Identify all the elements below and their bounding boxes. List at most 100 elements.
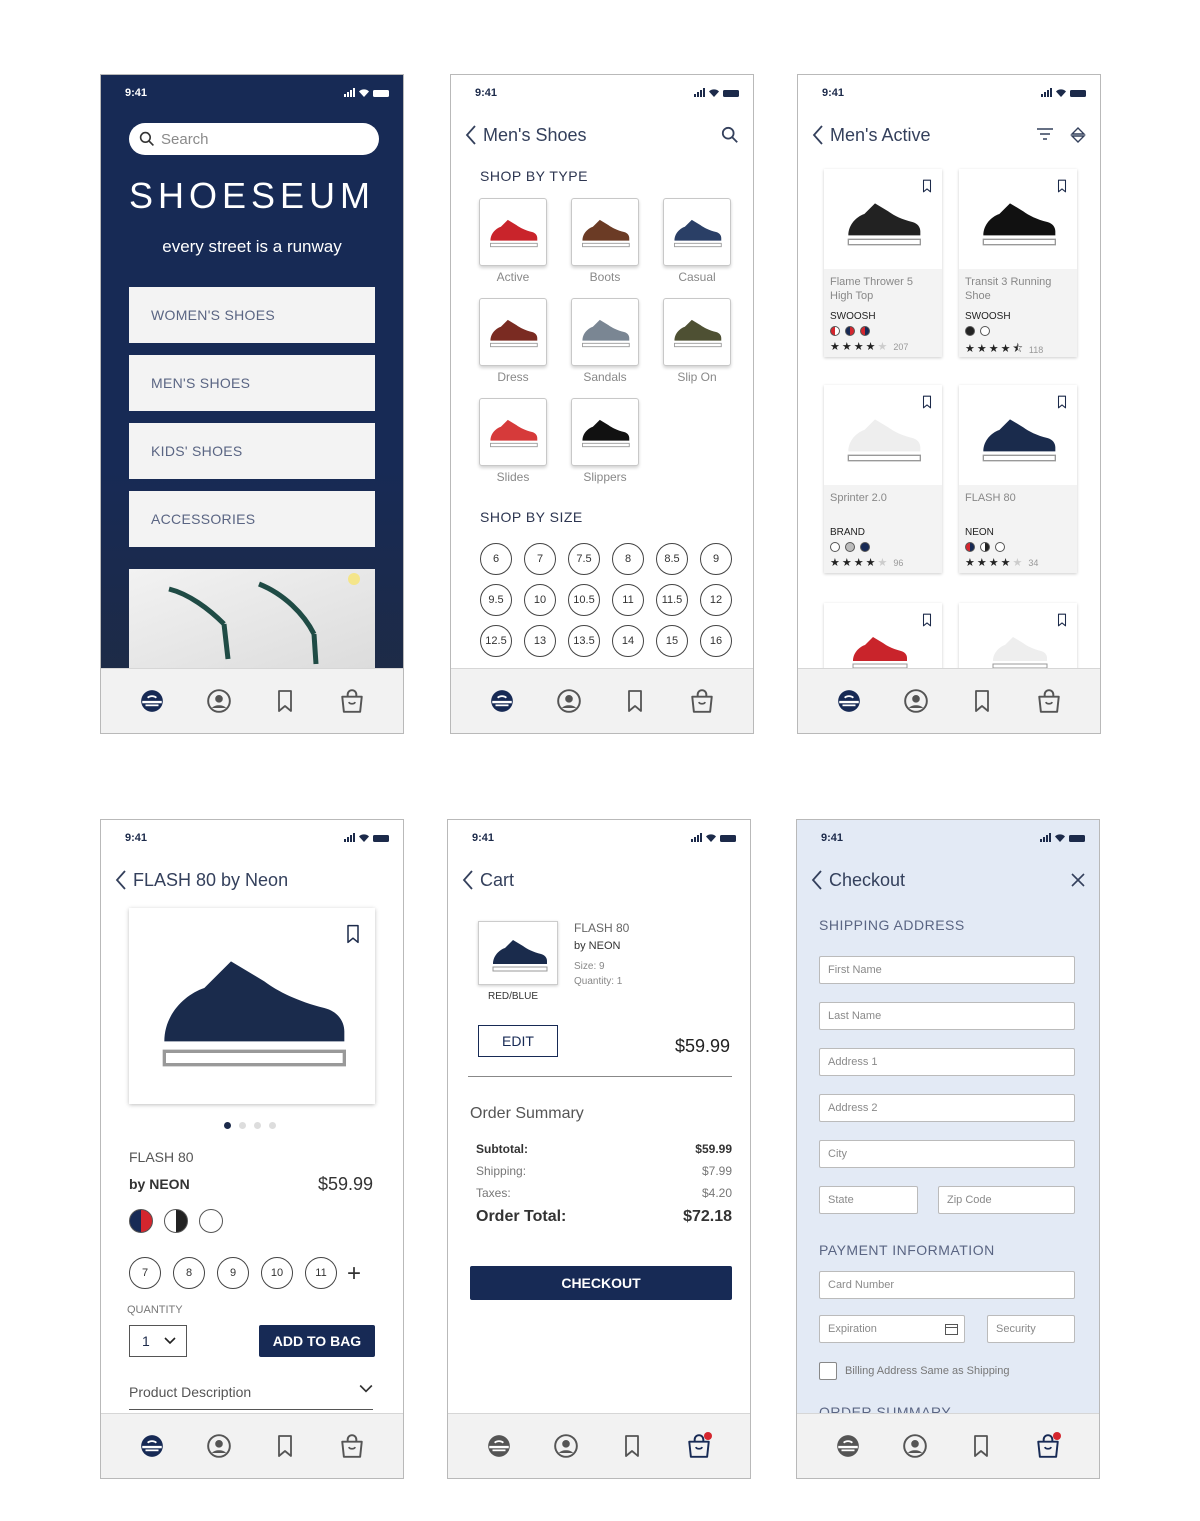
size-option[interactable]: 7 [524,543,556,575]
category-womens-button[interactable]: WOMEN'S SHOES [129,287,375,343]
pager-dot[interactable] [254,1122,261,1129]
filter-icon[interactable] [1036,127,1054,141]
color-swatch-black-white[interactable] [164,1209,188,1233]
type-tile[interactable]: Slides [479,398,547,484]
back-icon[interactable] [812,125,824,145]
first-name-field[interactable]: First Name [819,956,1075,984]
color-swatch[interactable] [980,542,990,552]
close-icon[interactable] [1071,873,1085,887]
back-icon[interactable] [462,870,474,890]
size-option[interactable]: 14 [612,625,644,657]
color-swatch[interactable] [965,542,975,552]
size-option[interactable]: 11 [305,1257,337,1289]
bookmark-icon[interactable] [920,177,934,195]
type-tile[interactable]: Boots [571,198,639,284]
back-icon[interactable] [115,870,127,890]
tab-saved[interactable] [617,1431,647,1461]
add-to-bag-button[interactable]: ADD TO BAG [259,1325,375,1357]
tab-home[interactable] [484,1431,514,1461]
category-accessories-button[interactable]: ACCESSORIES [129,491,375,547]
bookmark-icon[interactable] [920,611,934,629]
calendar-icon[interactable] [945,1323,958,1335]
size-option[interactable]: 9.5 [480,584,512,616]
type-tile[interactable]: Slippers [571,398,639,484]
tab-saved[interactable] [270,686,300,716]
type-tile[interactable]: Slip On [663,298,731,384]
category-mens-button[interactable]: MEN'S SHOES [129,355,375,411]
search-icon[interactable] [721,126,739,144]
product-card[interactable]: FLASH 80 NEON ★★★★★ 34 [959,385,1077,573]
tab-bag[interactable] [1033,1431,1063,1461]
tab-bag[interactable] [337,686,367,716]
product-card[interactable]: Transit 3 Running Shoe SWOOSH ★★★★⯪ 118 [959,169,1077,357]
tab-profile[interactable] [900,1431,930,1461]
color-swatch[interactable] [965,326,975,336]
tab-profile[interactable] [204,1431,234,1461]
size-option[interactable]: 9 [217,1257,249,1289]
size-option[interactable]: 8 [173,1257,205,1289]
bookmark-icon[interactable] [1055,393,1069,411]
color-swatch[interactable] [860,542,870,552]
search-input[interactable]: Search [129,123,379,155]
image-pager[interactable] [224,1122,276,1129]
category-kids-button[interactable]: KIDS' SHOES [129,423,375,479]
sort-icon[interactable] [1070,127,1086,143]
type-tile[interactable]: Casual [663,198,731,284]
tab-saved[interactable] [620,686,650,716]
color-swatch[interactable] [845,542,855,552]
size-option[interactable]: 10 [524,584,556,616]
tab-profile[interactable] [204,686,234,716]
tab-profile[interactable] [901,686,931,716]
zip-field[interactable]: Zip Code [938,1186,1075,1214]
size-option[interactable]: 8 [612,543,644,575]
more-sizes-icon[interactable]: + [347,1260,361,1288]
product-card-partial[interactable] [824,603,942,673]
tab-saved[interactable] [967,686,997,716]
type-tile[interactable]: Sandals [571,298,639,384]
size-option[interactable]: 16 [700,625,732,657]
color-swatch-navy-red[interactable] [129,1209,153,1233]
tab-bag[interactable] [1034,686,1064,716]
checkout-button[interactable]: CHECKOUT [470,1266,732,1300]
tab-home[interactable] [834,686,864,716]
security-field[interactable]: Security [987,1315,1075,1343]
size-option[interactable]: 7 [129,1257,161,1289]
size-option[interactable]: 11.5 [656,584,688,616]
type-tile[interactable]: Active [479,198,547,284]
size-option[interactable]: 6 [480,543,512,575]
state-field[interactable]: State [819,1186,918,1214]
product-card-partial[interactable] [959,603,1077,673]
bookmark-icon[interactable] [1055,177,1069,195]
tab-bag[interactable] [687,686,717,716]
tab-profile[interactable] [551,1431,581,1461]
back-icon[interactable] [811,870,823,890]
quantity-select[interactable]: 1 [129,1325,187,1357]
color-swatch[interactable] [845,326,855,336]
tab-home[interactable] [833,1431,863,1461]
bookmark-icon[interactable] [920,393,934,411]
pager-dot[interactable] [224,1122,231,1129]
size-option[interactable]: 12.5 [480,625,512,657]
city-field[interactable]: City [819,1140,1075,1168]
color-swatch[interactable] [995,542,1005,552]
size-option[interactable]: 13.5 [568,625,600,657]
card-number-field[interactable]: Card Number [819,1271,1075,1299]
tab-home[interactable] [137,1431,167,1461]
cart-item-image[interactable] [478,921,558,985]
size-option[interactable]: 12 [700,584,732,616]
color-swatch[interactable] [860,326,870,336]
size-option[interactable]: 9 [700,543,732,575]
tab-saved[interactable] [966,1431,996,1461]
size-option[interactable]: 11 [612,584,644,616]
address1-field[interactable]: Address 1 [819,1048,1075,1076]
size-option[interactable]: 10.5 [568,584,600,616]
edit-button[interactable]: EDIT [478,1025,558,1057]
size-option[interactable]: 7.5 [568,543,600,575]
size-option[interactable]: 13 [524,625,556,657]
tab-bag[interactable] [337,1431,367,1461]
color-swatch[interactable] [830,326,840,336]
tab-bag[interactable] [684,1431,714,1461]
type-tile[interactable]: Dress [479,298,547,384]
tab-home[interactable] [487,686,517,716]
address2-field[interactable]: Address 2 [819,1094,1075,1122]
